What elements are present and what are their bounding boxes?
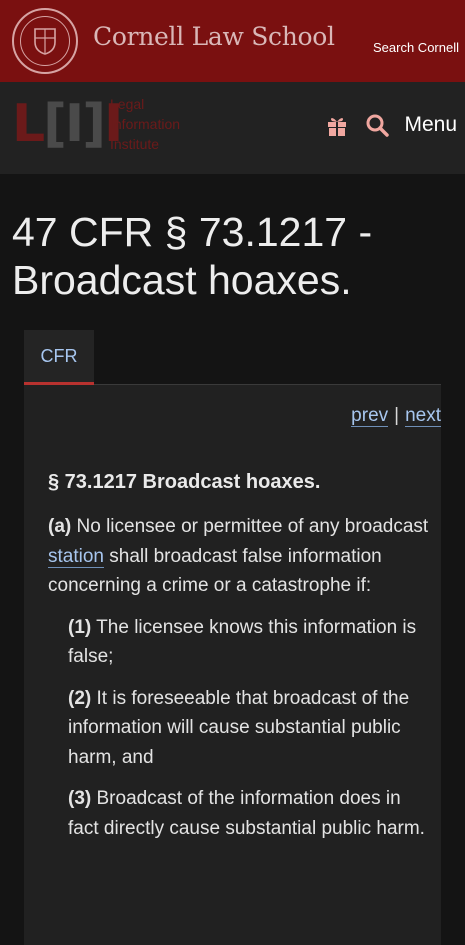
item-1-label: (1)	[68, 616, 92, 638]
paragraph-a-2: (2) It is foreseeable that broadcast of …	[68, 684, 431, 773]
lii-word-legal: Legal	[110, 96, 145, 112]
item-3-text: Broadcast of the information does in fac…	[68, 788, 425, 839]
item-1-text: The licensee knows this information is f…	[68, 616, 417, 668]
section-heading: § 73.1217 Broadcast hoaxes.	[48, 471, 321, 493]
item-2-label: (2)	[68, 687, 92, 709]
nav-separator: |	[394, 405, 400, 426]
search-icon[interactable]	[364, 112, 390, 138]
paragraph-a-3: (3) Broadcast of the information does in…	[68, 784, 431, 843]
prev-link[interactable]: prev	[351, 405, 389, 427]
page-title: 47 CFR § 73.1217 - Broadcast hoaxes.	[12, 209, 373, 303]
lii-word-institute: Institute	[110, 136, 160, 152]
paragraph-a-label: (a)	[48, 516, 72, 537]
lii-header: L[I]I Legal Information Institute Menu	[0, 82, 465, 174]
paragraph-a: (a) No licensee or permittee of any broa…	[48, 512, 431, 601]
cornell-seal-icon[interactable]	[12, 8, 78, 74]
paragraph-a-text-1: No licensee or permittee of any broadcas…	[71, 516, 429, 537]
station-link[interactable]: station	[48, 545, 104, 568]
tab-bar: CFR	[24, 330, 441, 385]
menu-button[interactable]: Menu	[404, 113, 457, 137]
school-name-link[interactable]: Cornell Law School	[93, 22, 335, 51]
prev-next-nav: prev | next	[351, 405, 441, 427]
next-link[interactable]: next	[405, 405, 441, 427]
lii-wordmark[interactable]: Legal Information Institute	[110, 94, 180, 154]
tab-cfr[interactable]: CFR	[24, 330, 94, 385]
search-cornell-link[interactable]: Search Cornell	[373, 40, 459, 55]
paragraph-a-1: (1) The licensee knows this information …	[68, 613, 431, 672]
cornell-header: Cornell Law School Search Cornell	[0, 0, 465, 82]
item-2-text: It is foreseeable that broadcast of the …	[68, 687, 410, 768]
lii-word-information: Information	[110, 116, 181, 132]
lii-logo[interactable]: L[I]I	[12, 96, 123, 152]
item-3-label: (3)	[68, 788, 92, 809]
gift-icon[interactable]	[324, 112, 350, 138]
content-panel: prev | next § 73.1217 Broadcast hoaxes. (a…	[24, 385, 441, 945]
